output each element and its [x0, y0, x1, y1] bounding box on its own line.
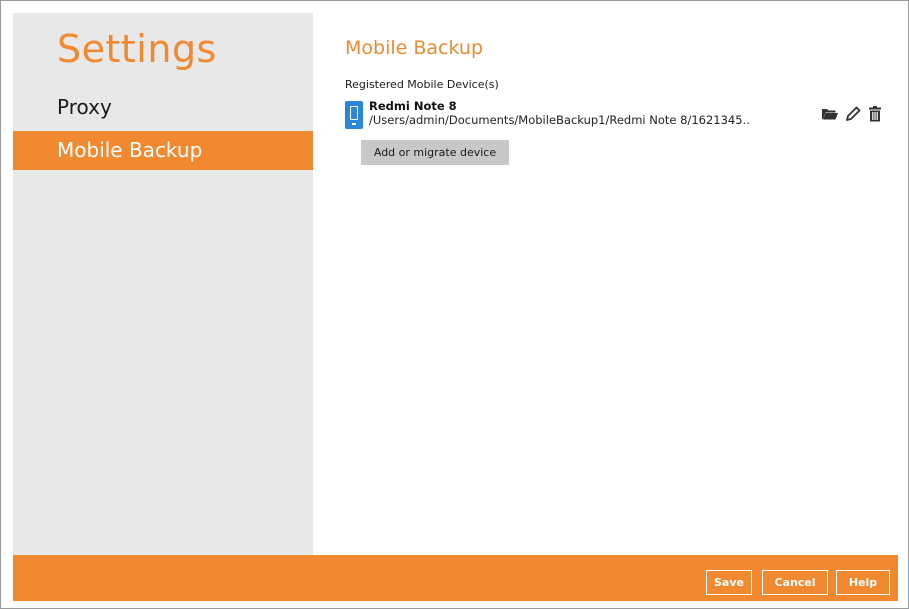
save-button[interactable]: Save [706, 570, 752, 595]
sidebar-title: Settings [57, 27, 217, 71]
mobile-phone-icon [345, 101, 363, 129]
folder-open-icon[interactable] [821, 105, 839, 123]
settings-window: Settings Proxy Mobile Backup Mobile Back… [0, 0, 909, 609]
footer-bar: Save Cancel Help [13, 555, 898, 601]
page-title: Mobile Backup [345, 37, 484, 59]
help-button[interactable]: Help [836, 570, 890, 595]
sidebar-item-proxy[interactable]: Proxy [13, 88, 313, 127]
device-row[interactable]: Redmi Note 8 /Users/admin/Documents/Mobi… [345, 99, 893, 131]
sidebar-item-mobile-backup[interactable]: Mobile Backup [13, 131, 313, 170]
sidebar: Settings Proxy Mobile Backup [13, 13, 313, 555]
trash-icon[interactable] [866, 105, 884, 123]
section-label: Registered Mobile Device(s) [345, 78, 499, 91]
cancel-button[interactable]: Cancel [762, 570, 828, 595]
device-name: Redmi Note 8 [369, 99, 457, 113]
pencil-icon[interactable] [844, 105, 862, 123]
main-panel: Mobile Backup Registered Mobile Device(s… [313, 13, 898, 555]
device-path: /Users/admin/Documents/MobileBackup1/Red… [369, 113, 750, 127]
add-or-migrate-device-button[interactable]: Add or migrate device [361, 140, 509, 165]
